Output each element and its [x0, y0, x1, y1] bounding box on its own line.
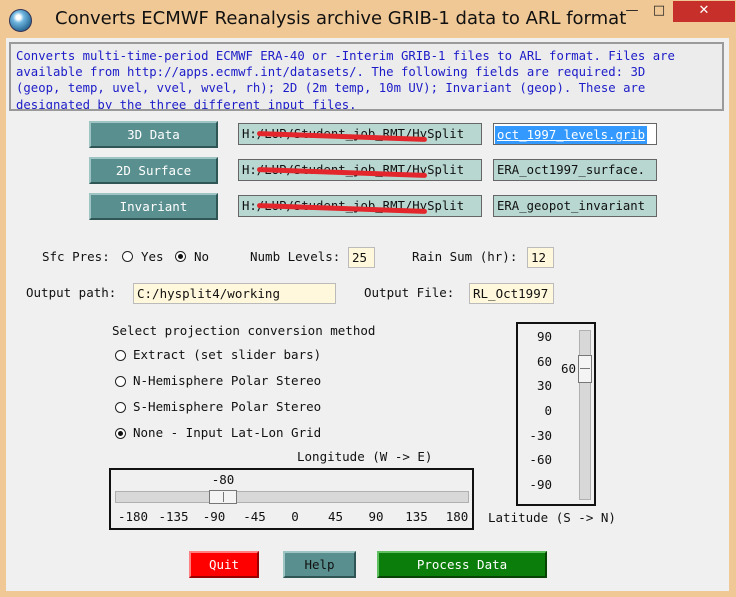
- longitude-tick-label: -180: [117, 509, 149, 524]
- latitude-tick-label: 60: [536, 353, 552, 369]
- 2d-surface-button[interactable]: 2D Surface: [89, 157, 218, 184]
- latitude-tick-label: 90: [536, 329, 552, 344]
- description-text: Converts multi-time-period ECMWF ERA-40 …: [9, 42, 724, 111]
- 3d-data-file-text: oct_1997_levels.grib: [495, 126, 648, 144]
- rain-sum-label: Rain Sum (hr):: [412, 249, 518, 264]
- projection-radio-latlon[interactable]: [115, 428, 126, 439]
- output-file-label: Output File:: [364, 285, 455, 300]
- latitude-tick-label: -30: [529, 427, 552, 443]
- longitude-tick-label: -45: [243, 509, 266, 524]
- latitude-tick-label: -60: [529, 452, 552, 468]
- latitude-thumb[interactable]: [578, 355, 592, 383]
- rain-sum-field[interactable]: 12: [527, 247, 554, 268]
- sfc-pres-yes-label: Yes: [141, 249, 164, 264]
- window-title: Converts ECMWF Reanalysis archive GRIB-1…: [55, 8, 627, 29]
- longitude-thumb[interactable]: [209, 490, 237, 504]
- 3d-data-button[interactable]: 3D Data: [89, 121, 218, 148]
- longitude-label: Longitude (W -> E): [297, 449, 433, 464]
- longitude-tick-label: 180: [445, 509, 469, 524]
- sfc-pres-yes-radio[interactable]: [122, 251, 133, 262]
- output-file-field[interactable]: RL_Oct1997: [469, 283, 554, 304]
- projection-heading: Select projection conversion method: [112, 323, 376, 338]
- latitude-tick-label: -90: [529, 477, 552, 492]
- projection-radio-s-polar[interactable]: [115, 402, 126, 413]
- output-path-label: Output path:: [26, 285, 117, 300]
- projection-label-extract: Extract (set slider bars): [133, 347, 322, 362]
- invariant-dir-field[interactable]: H:/LUP/Student_job_RMT/HySplit: [238, 195, 482, 217]
- invariant-button[interactable]: Invariant: [89, 193, 218, 220]
- main-panel: Converts multi-time-period ECMWF ERA-40 …: [6, 38, 729, 591]
- projection-label-s-polar: S-Hemisphere Polar Stereo: [133, 399, 322, 414]
- latitude-tick-label: 0: [544, 403, 552, 418]
- projection-radio-extract[interactable]: [115, 350, 126, 361]
- longitude-tick-label: 45: [327, 509, 344, 524]
- close-button[interactable]: ✕: [673, 1, 735, 22]
- help-button[interactable]: Help: [283, 551, 356, 578]
- 3d-data-file-field[interactable]: oct_1997_levels.grib: [493, 123, 657, 145]
- globe-icon: [9, 9, 32, 32]
- longitude-tick-label: -135: [158, 509, 189, 524]
- sfc-pres-label: Sfc Pres:: [42, 249, 110, 264]
- latitude-tick-label: 30: [536, 378, 552, 394]
- 3d-data-dir-field[interactable]: H:/LUP/Student_job_RMT/HySplit: [238, 123, 482, 145]
- title-bar[interactable]: Converts ECMWF Reanalysis archive GRIB-1…: [0, 0, 736, 38]
- sfc-pres-no-label: No: [194, 249, 210, 264]
- process-data-button[interactable]: Process Data: [377, 551, 547, 578]
- 2d-surface-file-field[interactable]: ERA_oct1997_surface.: [493, 159, 657, 181]
- output-path-field[interactable]: C:/hysplit4/working: [133, 283, 336, 304]
- maximize-button[interactable]: □: [646, 1, 672, 22]
- numb-levels-field[interactable]: 25: [348, 247, 375, 268]
- latitude-slider[interactable]: 90 60 30 0 -30 -60 -90 60: [516, 322, 596, 506]
- longitude-value: -80: [211, 472, 235, 487]
- projection-label-latlon: None - Input Lat-Lon Grid: [133, 425, 322, 440]
- latitude-label: Latitude (S -> N): [488, 510, 616, 525]
- longitude-tick-label: 0: [291, 509, 299, 524]
- minimize-button[interactable]: —: [619, 1, 645, 22]
- longitude-slider[interactable]: -80 -180 -135 -90 -45 0 45 90 135 180: [109, 468, 474, 530]
- longitude-tick-label: 135: [405, 509, 428, 524]
- projection-label-n-polar: N-Hemisphere Polar Stereo: [133, 373, 322, 388]
- latitude-value: 60: [561, 361, 577, 376]
- sfc-pres-no-radio[interactable]: [175, 251, 186, 262]
- projection-radio-n-polar[interactable]: [115, 376, 126, 387]
- invariant-file-field[interactable]: ERA_geopot_invariant: [493, 195, 657, 217]
- longitude-trough[interactable]: [115, 491, 469, 503]
- longitude-tick-label: 90: [368, 509, 384, 524]
- 2d-surface-dir-field[interactable]: H:/LUP/Student_job_RMT/HySplit: [238, 159, 482, 181]
- quit-button[interactable]: Quit: [189, 551, 259, 578]
- numb-levels-label: Numb Levels:: [250, 249, 341, 264]
- longitude-tick-label: -90: [202, 509, 226, 524]
